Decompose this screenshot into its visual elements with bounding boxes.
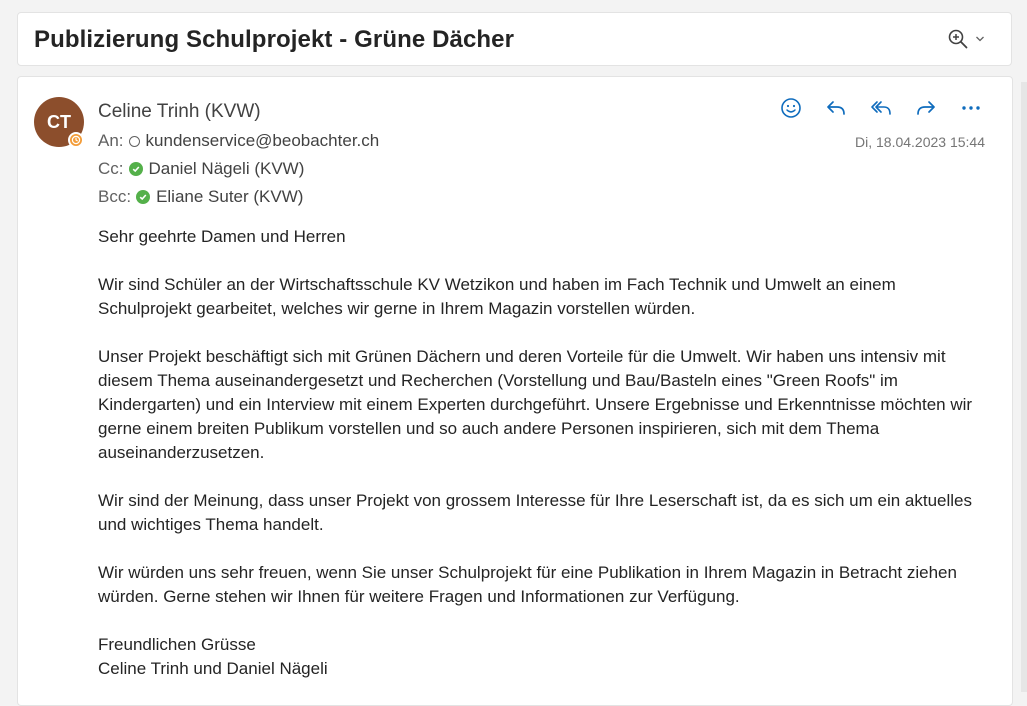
body-closing: Freundlichen Grüsse: [98, 635, 256, 654]
cc-row: Cc: Daniel Nägeli (KVW): [98, 159, 304, 179]
presence-away-icon: [68, 132, 84, 148]
body-paragraph: Wir sind Schüler an der Wirtschaftsschul…: [98, 275, 896, 318]
to-row: An: kundenservice@beobachter.ch: [98, 131, 379, 151]
status-available-icon: [128, 162, 143, 176]
body-greeting: Sehr geehrte Damen und Herren: [98, 227, 346, 246]
bcc-row: Bcc: Eliane Suter (KVW): [98, 187, 303, 207]
reply-all-icon: [870, 101, 891, 115]
sender-name[interactable]: Celine Trinh (KVW): [98, 101, 261, 123]
more-icon: [961, 106, 980, 110]
scrollbar[interactable]: [1021, 82, 1027, 692]
zoom-button[interactable]: [947, 27, 985, 51]
body-paragraph: Wir sind der Meinung, dass unser Projekt…: [98, 491, 973, 534]
chevron-down-icon: [975, 35, 985, 43]
body-signature: Celine Trinh und Daniel Nägeli: [98, 659, 328, 678]
forward-button[interactable]: [910, 95, 941, 121]
subject-header: Publizierung Schulprojekt - Grüne Dächer: [17, 12, 1012, 66]
status-available-icon: [136, 190, 151, 204]
emoji-button[interactable]: [775, 95, 806, 121]
zoom-in-icon: [947, 28, 969, 50]
bcc-recipient[interactable]: Eliane Suter (KVW): [156, 187, 303, 207]
message-card: CT Celine Trinh (KVW) An: kundenservice@…: [17, 76, 1013, 706]
emoji-icon: [780, 98, 801, 118]
more-actions-button[interactable]: [955, 95, 986, 121]
to-recipient[interactable]: kundenservice@beobachter.ch: [146, 131, 380, 151]
message-body: Sehr geehrte Damen und Herren Wir sind S…: [98, 225, 978, 681]
reply-icon: [826, 101, 845, 115]
cc-label: Cc:: [98, 159, 124, 178]
cc-recipient[interactable]: Daniel Nägeli (KVW): [149, 159, 305, 179]
forward-icon: [916, 101, 935, 115]
body-paragraph: Wir würden uns sehr freuen, wenn Sie uns…: [98, 563, 957, 606]
reply-all-button[interactable]: [865, 95, 896, 121]
status-unknown-icon: [128, 135, 140, 147]
sent-date: Di, 18.04.2023 15:44: [855, 134, 985, 150]
to-label: An:: [98, 131, 124, 150]
email-subject: Publizierung Schulprojekt - Grüne Dächer: [34, 26, 515, 53]
bcc-label: Bcc:: [98, 187, 132, 206]
reply-button[interactable]: [820, 95, 851, 121]
body-paragraph: Unser Projekt beschäftigt sich mit Grüne…: [98, 347, 973, 462]
message-actions: [775, 95, 986, 121]
